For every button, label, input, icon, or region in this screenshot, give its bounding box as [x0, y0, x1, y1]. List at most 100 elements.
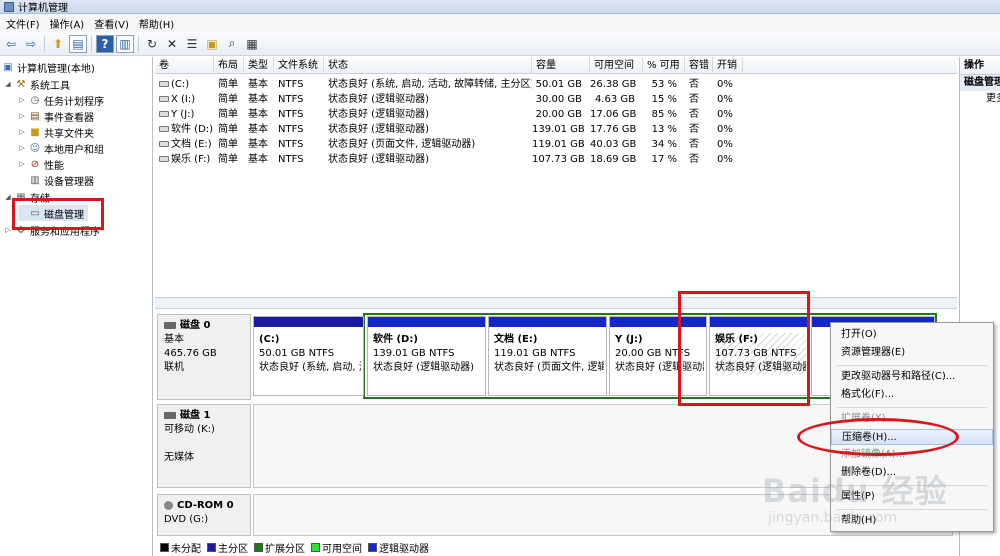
- table-row[interactable]: Y (J:) 简单 基本 NTFS 状态良好 (逻辑驱动器) 20.00 GB 17.06 …: [155, 107, 957, 122]
- event-viewer-icon: ▤: [30, 110, 40, 122]
- expand-arrow-icon[interactable]: ▷: [18, 96, 26, 104]
- partition-e[interactable]: 文档 (E:) 119.01 GB NTFS 状态良好 (页面文件, 逻辑: [488, 316, 607, 396]
- tree-item-performance[interactable]: ▷ ⊘ 性能: [18, 156, 64, 172]
- volume-icon: [159, 156, 169, 162]
- partition-size: 139.01 GB NTFS: [373, 348, 455, 359]
- partition-size: 119.01 GB NTFS: [494, 348, 576, 359]
- column-header-fault-tolerance[interactable]: 容错: [685, 57, 713, 74]
- tree-item-label: 计算机管理(本地): [17, 63, 95, 75]
- disk-icon[interactable]: ▦: [243, 35, 261, 53]
- help-icon[interactable]: ?: [96, 34, 114, 53]
- partition-c[interactable]: (C:) 50.01 GB NTFS 状态良好 (系统, 启动, 活: [253, 316, 364, 396]
- expand-arrow-icon[interactable]: ▷: [18, 160, 26, 168]
- cell-type: 基本: [248, 109, 268, 120]
- menu-item-open[interactable]: 打开(O): [831, 327, 993, 343]
- column-header-percent-free[interactable]: % 可用: [643, 57, 685, 74]
- open-icon[interactable]: ▣: [203, 35, 221, 53]
- expand-arrow-icon[interactable]: ▷: [18, 144, 26, 152]
- disk-icon: [164, 411, 176, 419]
- partition-d[interactable]: 软件 (D:) 139.01 GB NTFS 状态良好 (逻辑驱动器): [367, 316, 486, 396]
- menu-file[interactable]: 文件(F): [4, 16, 48, 31]
- cell-type: 基本: [248, 79, 268, 90]
- cell-status: 状态良好 (页面文件, 逻辑驱动器): [328, 139, 476, 150]
- device-manager-icon: ▥: [30, 174, 40, 186]
- column-header-free-space[interactable]: 可用空间: [590, 57, 643, 74]
- table-row[interactable]: 文档 (E:) 简单 基本 NTFS 状态良好 (页面文件, 逻辑驱动器) 119.01 …: [155, 137, 957, 152]
- actions-section-disk-management[interactable]: 磁盘管理: [960, 75, 1000, 91]
- menu-help[interactable]: 帮助(H): [137, 16, 182, 31]
- menu-bar: 文件(F) 操作(A) 查看(V) 帮助(H): [0, 14, 1000, 32]
- column-header-type[interactable]: 类型: [244, 57, 274, 74]
- cell-volume: Y (J:): [155, 107, 214, 122]
- table-row[interactable]: X (I:) 简单 基本 NTFS 状态良好 (逻辑驱动器) 30.00 GB 4.63 G…: [155, 92, 957, 107]
- delete-icon[interactable]: ✕: [163, 35, 181, 53]
- back-icon[interactable]: ⇦: [2, 35, 20, 53]
- cell-type: 基本: [248, 139, 268, 150]
- cell-fault-tolerance: 否: [689, 79, 699, 90]
- disk-0-label[interactable]: 磁盘 0 基本 465.76 GB 联机: [157, 314, 251, 400]
- menu-action[interactable]: 操作(A): [48, 16, 93, 31]
- tree-item-shared-folders[interactable]: ▷ ■ 共享文件夹: [18, 124, 94, 140]
- menu-item-help[interactable]: 帮助(H): [831, 513, 993, 529]
- toolbar-separator: [138, 35, 139, 52]
- tree-item-task-scheduler[interactable]: ▷ ◷ 任务计划程序: [18, 92, 104, 108]
- menu-item-delete-volume[interactable]: 删除卷(D)...: [831, 465, 993, 481]
- expand-arrow-icon[interactable]: ▷: [4, 226, 12, 234]
- cdrom-icon: [164, 500, 173, 510]
- volume-icon: [159, 141, 169, 147]
- disk-name: 磁盘 1: [180, 410, 211, 421]
- table-row[interactable]: 软件 (D:) 简单 基本 NTFS 状态良好 (逻辑驱动器) 139.01 GB 17.7…: [155, 122, 957, 137]
- cell-capacity: 119.01 GB: [532, 139, 585, 150]
- menu-item-properties[interactable]: 属性(P): [831, 489, 993, 505]
- tree-item-computer-management[interactable]: ▣ 计算机管理(本地): [2, 59, 95, 75]
- refresh-icon[interactable]: ↻: [143, 35, 161, 53]
- annotation-box-partition-f: [678, 291, 810, 406]
- table-row[interactable]: (C:) 简单 基本 NTFS 状态良好 (系统, 启动, 活动, 故障转储, 主分区)…: [155, 77, 957, 92]
- column-header-status[interactable]: 状态: [324, 57, 532, 74]
- expand-arrow-icon[interactable]: ▷: [18, 128, 26, 136]
- column-header-filesystem[interactable]: 文件系统: [274, 57, 324, 74]
- properties-icon[interactable]: ☰: [183, 35, 201, 53]
- collapse-arrow-icon[interactable]: ◢: [4, 193, 12, 201]
- cell-capacity: 30.00 GB: [535, 94, 582, 105]
- actions-header: 操作: [960, 57, 1000, 75]
- column-header-volume[interactable]: 卷: [155, 57, 214, 74]
- table-row[interactable]: 娱乐 (F:) 简单 基本 NTFS 状态良好 (逻辑驱动器) 107.73 GB 18.6…: [155, 152, 957, 167]
- cell-filesystem: NTFS: [278, 79, 304, 90]
- tree-item-label: 性能: [44, 160, 64, 172]
- properties-pane-icon[interactable]: ▥: [116, 34, 134, 53]
- forward-icon[interactable]: ⇨: [22, 35, 40, 53]
- column-header-capacity[interactable]: 容量: [532, 57, 590, 74]
- show-hide-tree-icon[interactable]: ▤: [69, 34, 87, 53]
- cell-capacity: 107.73 GB: [532, 154, 585, 165]
- tree-item-system-tools[interactable]: ◢ ⚒ 系统工具: [4, 76, 70, 92]
- cell-capacity: 50.01 GB: [535, 79, 582, 90]
- menu-view[interactable]: 查看(V): [92, 16, 137, 31]
- disk-1-label[interactable]: 磁盘 1 可移动 (K:) 无媒体: [157, 404, 251, 488]
- legend-label: 可用空间: [322, 543, 362, 555]
- menu-item-explore[interactable]: 资源管理器(E): [831, 345, 993, 361]
- partition-size: 50.01 GB NTFS: [259, 348, 335, 359]
- expand-arrow-icon[interactable]: ▷: [18, 112, 26, 120]
- column-header-layout[interactable]: 布局: [214, 57, 244, 74]
- cell-free-space: 4.63 GB: [594, 94, 635, 105]
- tree-item-local-users-groups[interactable]: ▷ ☺ 本地用户和组: [18, 140, 104, 156]
- collapse-arrow-icon[interactable]: ◢: [4, 80, 12, 88]
- search-icon[interactable]: ⌕: [223, 35, 241, 53]
- tree-item-device-manager[interactable]: ▥ 设备管理器: [18, 172, 94, 188]
- cell-percent-free: 85 %: [651, 109, 677, 120]
- partition-status: 状态良好 (逻辑驱动器): [373, 362, 474, 373]
- menu-separator: [837, 407, 987, 408]
- cell-layout: 简单: [218, 154, 238, 165]
- toolbar-separator: [44, 35, 45, 52]
- tools-icon: ⚒: [16, 78, 26, 90]
- menu-item-change-drive-letter[interactable]: 更改驱动器号和路径(C)...: [831, 369, 993, 385]
- menu-item-format[interactable]: 格式化(F)...: [831, 387, 993, 403]
- up-icon[interactable]: ⬆: [49, 35, 67, 53]
- pane-splitter[interactable]: [155, 297, 957, 309]
- cdrom-0-label[interactable]: CD-ROM 0 DVD (G:): [157, 494, 251, 536]
- column-header-overhead[interactable]: 开销: [713, 57, 743, 74]
- legend-label: 扩展分区: [265, 543, 305, 555]
- actions-more[interactable]: 更多: [960, 91, 1000, 107]
- tree-item-event-viewer[interactable]: ▷ ▤ 事件查看器: [18, 108, 94, 124]
